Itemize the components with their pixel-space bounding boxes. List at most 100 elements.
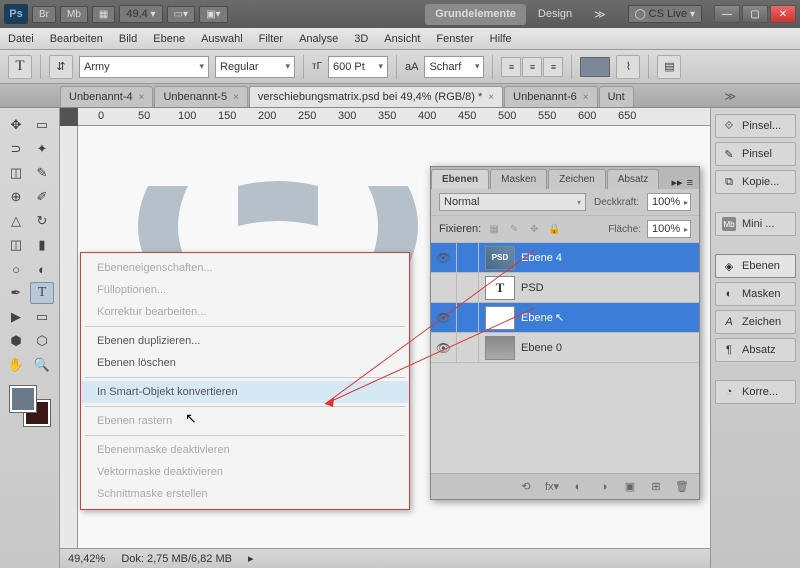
color-swatches[interactable] <box>10 386 50 426</box>
new-group-icon[interactable]: ▣ <box>621 478 639 496</box>
layer-thumbnail[interactable] <box>485 306 515 330</box>
panel-masken[interactable]: ◐Masken <box>715 282 796 306</box>
type-tool[interactable]: T <box>30 282 54 304</box>
ctx-ebenen-rastern[interactable]: Ebenen rastern <box>81 410 409 432</box>
warp-text-button[interactable]: ⌇ <box>616 55 640 79</box>
minimize-button[interactable]: — <box>714 5 740 23</box>
ruler-horizontal[interactable]: 050100150200250300350400450500550600650 <box>78 108 800 126</box>
eyedropper-tool[interactable]: ✎ <box>30 162 54 184</box>
menu-auswahl[interactable]: Auswahl <box>201 33 243 45</box>
ctx-schnittmaske-erstellen[interactable]: Schnittmaske erstellen <box>81 483 409 505</box>
fill-input[interactable]: 100% <box>647 220 691 238</box>
new-layer-icon[interactable]: ⊞ <box>647 478 665 496</box>
menu-ebene[interactable]: Ebene <box>153 33 185 45</box>
menu-hilfe[interactable]: Hilfe <box>490 33 512 45</box>
menu-fenster[interactable]: Fenster <box>436 33 473 45</box>
layer-name[interactable]: Ebene <box>521 312 553 324</box>
maximize-button[interactable]: ▢ <box>742 5 768 23</box>
arrange-button[interactable]: ▭▾ <box>167 6 195 23</box>
doc-tab-unbenannt-5[interactable]: Unbenannt-5× <box>154 86 247 107</box>
doc-tab-unbenannt-6[interactable]: Unbenannt-6× <box>504 86 597 107</box>
cslive-button[interactable]: ◯ CS Live ▾ <box>628 5 702 23</box>
layer-thumbnail[interactable] <box>485 336 515 360</box>
3d-tool[interactable]: ⬢ <box>4 330 28 352</box>
close-icon[interactable]: × <box>233 92 239 103</box>
layer-thumbnail[interactable]: T <box>485 276 515 300</box>
brush-tool[interactable]: ✐ <box>30 186 54 208</box>
ctx-ebenen-duplizieren[interactable]: Ebenen duplizieren... <box>81 330 409 352</box>
menu-bearbeiten[interactable]: Bearbeiten <box>50 33 103 45</box>
view-extras-button[interactable]: ▦ <box>92 6 115 23</box>
character-panel-button[interactable]: ▤ <box>657 55 681 79</box>
workspace-grundelemente[interactable]: Grundelemente <box>425 4 526 25</box>
crop-tool[interactable]: ◫ <box>4 162 28 184</box>
text-color-swatch[interactable] <box>580 57 610 77</box>
ctx-vektormaske-deaktivieren[interactable]: Vektormaske deaktivieren <box>81 461 409 483</box>
link-layers-icon[interactable]: ⟲ <box>517 478 535 496</box>
tab-zeichen[interactable]: Zeichen <box>548 169 606 189</box>
panel-korrekturen[interactable]: ◔Korre... <box>715 380 796 404</box>
status-zoom[interactable]: 49,42% <box>68 553 105 565</box>
ctx-ebenenmaske-deaktivieren[interactable]: Ebenenmaske deaktivieren <box>81 439 409 461</box>
visibility-icon[interactable]: 👁 <box>436 251 451 265</box>
visibility-icon[interactable]: 👁 <box>436 311 451 325</box>
doc-tab-unbenannt-4[interactable]: Unbenannt-4× <box>60 86 153 107</box>
menu-filter[interactable]: Filter <box>259 33 283 45</box>
panel-minibridge[interactable]: MbMini ... <box>715 212 796 236</box>
lock-pixels-icon[interactable]: ✎ <box>507 222 521 236</box>
zoom-tool[interactable]: 🔍 <box>30 354 54 376</box>
history-brush-tool[interactable]: ↻ <box>30 210 54 232</box>
layer-row[interactable]: 👁 Ebene ↖ <box>431 303 699 333</box>
shape-tool[interactable]: ▭ <box>30 306 54 328</box>
tab-absatz[interactable]: Absatz <box>607 169 660 189</box>
heal-tool[interactable]: ⊕ <box>4 186 28 208</box>
blend-mode-select[interactable]: Normal <box>439 193 586 211</box>
collapse-icon[interactable]: ▸▸ <box>672 176 683 189</box>
menu-datei[interactable]: Datei <box>8 33 34 45</box>
menu-3d[interactable]: 3D <box>354 33 368 45</box>
stamp-tool[interactable]: △ <box>4 210 28 232</box>
panel-kopie[interactable]: ⧉Kopie... <box>715 170 796 194</box>
ctx-korrektur-bearbeiten[interactable]: Korrektur bearbeiten... <box>81 301 409 323</box>
ctx-smart-objekt-konvertieren[interactable]: In Smart-Objekt konvertieren <box>81 381 409 403</box>
move-tool[interactable]: ✥ <box>4 114 28 136</box>
tab-overflow-button[interactable]: ≫ <box>720 86 740 107</box>
menu-ansicht[interactable]: Ansicht <box>384 33 420 45</box>
ruler-vertical[interactable] <box>60 126 78 568</box>
3d-camera-tool[interactable]: ⬡ <box>30 330 54 352</box>
layer-thumbnail[interactable]: PSD <box>485 246 515 270</box>
eraser-tool[interactable]: ◫ <box>4 234 28 256</box>
blur-tool[interactable]: ○ <box>4 258 28 280</box>
dodge-tool[interactable]: ◐ <box>30 258 54 280</box>
workspace-more[interactable]: ≫ <box>584 4 616 25</box>
pen-tool[interactable]: ✒ <box>4 282 28 304</box>
bridge-button[interactable]: Br <box>32 6 56 23</box>
close-button[interactable]: ✕ <box>770 5 796 23</box>
ctx-fuelloptionen[interactable]: Fülloptionen... <box>81 279 409 301</box>
path-select-tool[interactable]: ▶ <box>4 306 28 328</box>
font-family-select[interactable]: Army <box>79 56 209 78</box>
align-right-button[interactable]: ≡ <box>543 57 563 77</box>
panel-absatz[interactable]: ¶Absatz <box>715 338 796 362</box>
doc-tab-active[interactable]: verschiebungsmatrix.psd bei 49,4% (RGB/8… <box>249 86 503 107</box>
foreground-swatch[interactable] <box>10 386 36 412</box>
panel-menu-icon[interactable]: ≡ <box>687 177 693 189</box>
close-icon[interactable]: × <box>139 92 145 103</box>
lasso-tool[interactable]: ⊃ <box>4 138 28 160</box>
doc-tab-overflow[interactable]: Unt <box>599 86 634 107</box>
menu-bild[interactable]: Bild <box>119 33 137 45</box>
gradient-tool[interactable]: ▮ <box>30 234 54 256</box>
status-doc-size[interactable]: Dok: 2,75 MB/6,82 MB <box>121 553 232 565</box>
status-more-icon[interactable]: ▸ <box>248 552 254 565</box>
text-orientation-button[interactable]: ⇵ <box>49 55 73 79</box>
font-style-select[interactable]: Regular <box>215 56 295 78</box>
visibility-icon[interactable]: 👁 <box>436 341 451 355</box>
delete-layer-icon[interactable]: 🗑 <box>673 478 691 496</box>
screen-mode-button[interactable]: ▣▾ <box>199 6 227 23</box>
lock-all-icon[interactable]: 🔒 <box>547 222 561 236</box>
panel-pinsel-preset[interactable]: ⟐Pinsel... <box>715 114 796 138</box>
layer-style-icon[interactable]: fx▾ <box>543 478 561 496</box>
layer-name[interactable]: Ebene 0 <box>521 342 562 354</box>
hand-tool[interactable]: ✋ <box>4 354 28 376</box>
layer-row[interactable]: T PSD <box>431 273 699 303</box>
